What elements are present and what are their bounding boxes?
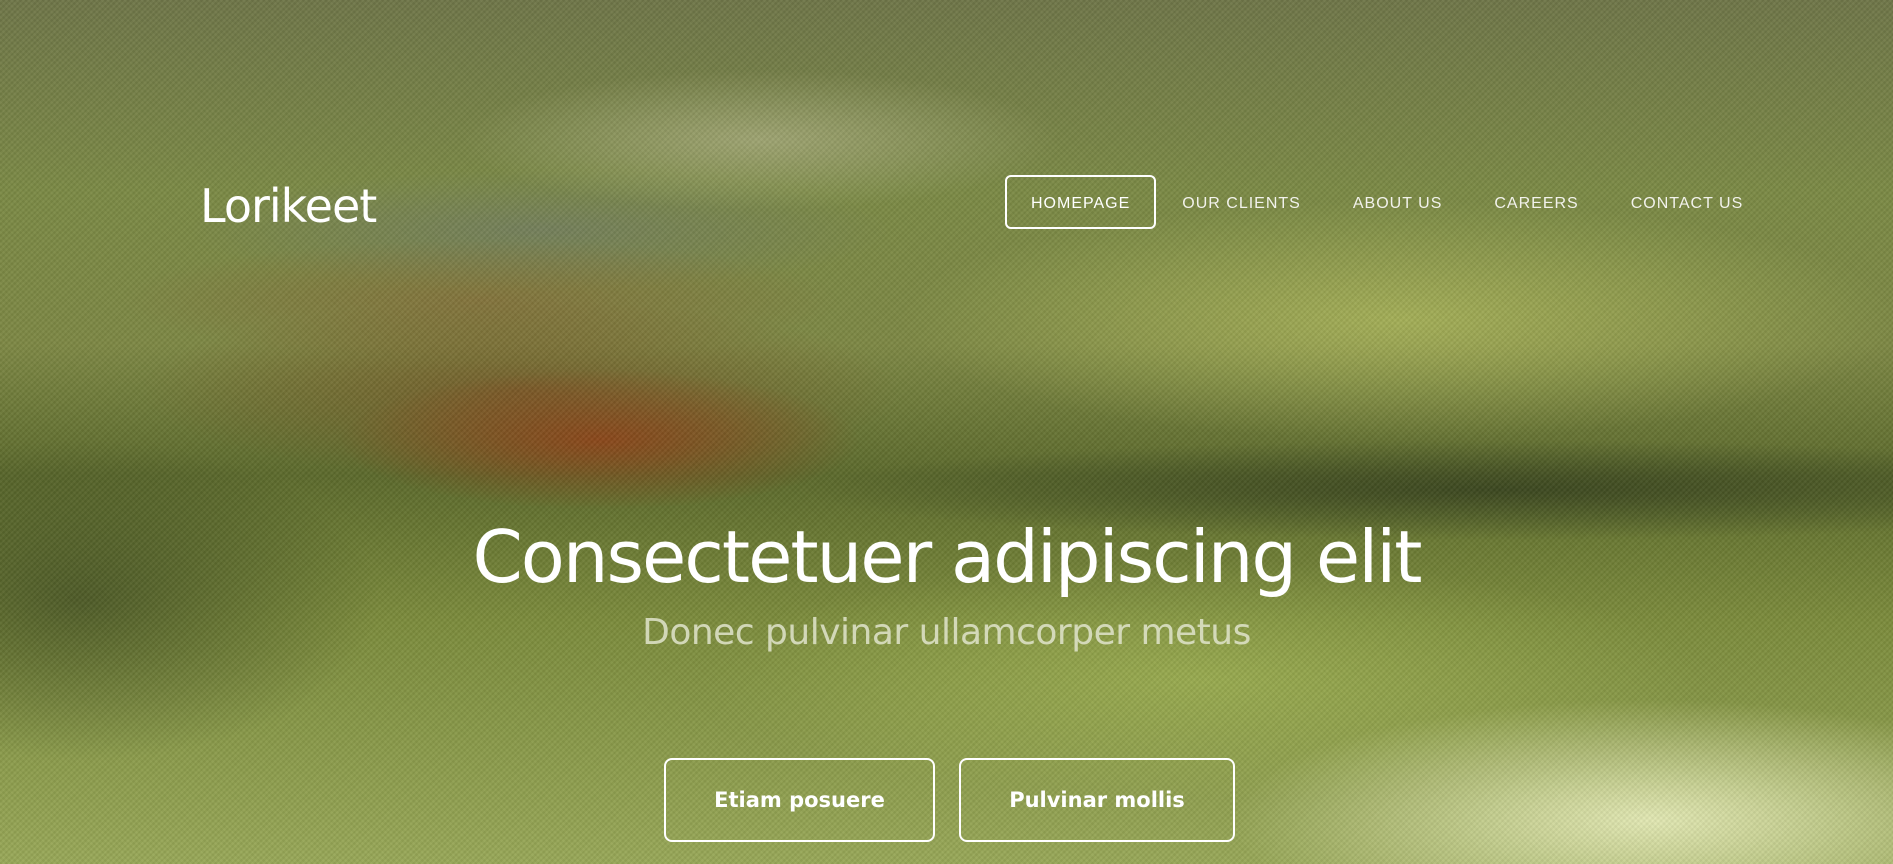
hero-subtitle: Donec pulvinar ullamcorper metus xyxy=(642,612,1251,653)
pulvinar-mollis-button[interactable]: Pulvinar mollis xyxy=(959,758,1235,842)
hero-section: Consectetuer adipiscing elit Donec pulvi… xyxy=(0,0,1893,864)
hero-title: Consectetuer adipiscing elit xyxy=(472,515,1423,599)
etiam-posuere-button[interactable]: Etiam posuere xyxy=(664,758,935,842)
hero-cta-group: Etiam posuere Pulvinar mollis xyxy=(664,758,1235,842)
